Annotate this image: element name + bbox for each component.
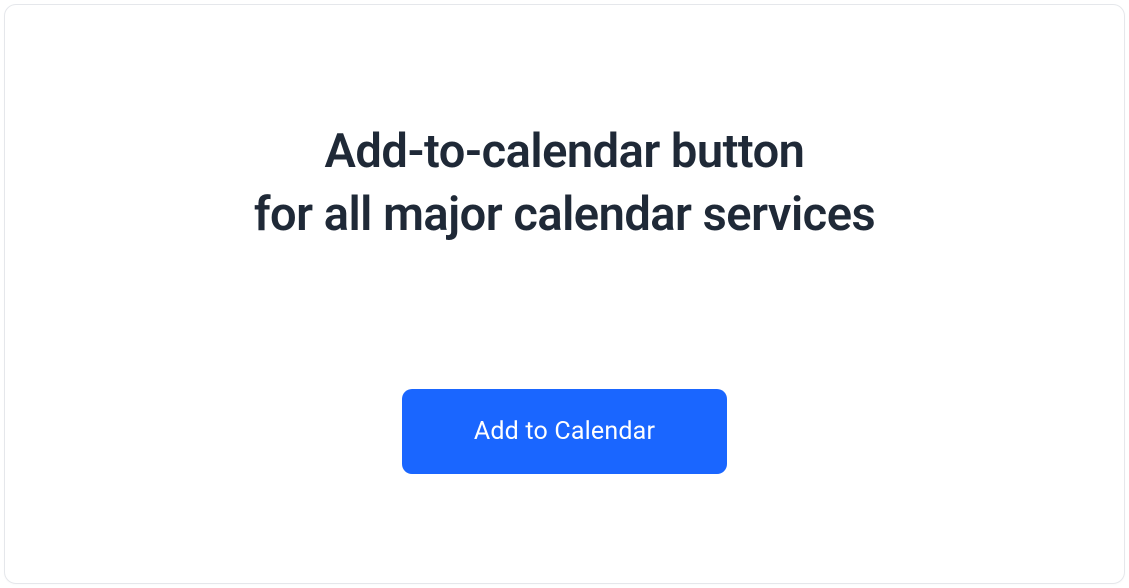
page-title: Add-to-calendar button for all major cal… — [254, 120, 875, 247]
content-card: Add-to-calendar button for all major cal… — [4, 4, 1125, 584]
heading-line-2: for all major calendar services — [254, 183, 875, 246]
heading-line-1: Add-to-calendar button — [254, 120, 875, 183]
add-to-calendar-button[interactable]: Add to Calendar — [402, 389, 727, 474]
